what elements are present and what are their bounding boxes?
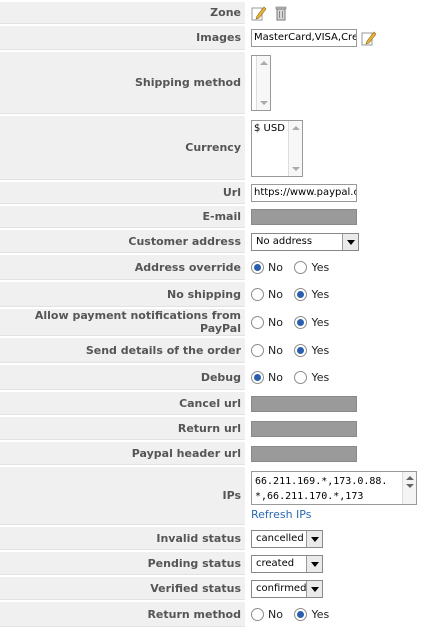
shipping-method-listbox[interactable]	[251, 55, 271, 111]
allow-notifications-yes-radio[interactable]	[294, 316, 308, 330]
row-return-method: Return method No Yes	[0, 602, 431, 627]
url-label: Url	[0, 182, 245, 204]
zone-label: Zone	[0, 2, 245, 24]
radio-label-no: No	[268, 371, 283, 385]
invalid-status-value: cancelled	[256, 532, 304, 544]
ips-textarea[interactable]: 66.211.169.*,173.0.88.*,66.211.170.*,173	[251, 471, 417, 505]
row-pending-status: Pending status created	[0, 552, 431, 575]
verified-status-value: confirmed	[256, 582, 307, 594]
customer-address-label: Customer address	[0, 230, 245, 253]
radio-label-yes: Yes	[311, 344, 330, 358]
images-input[interactable]: MasterCard,VISA,Cred	[251, 29, 357, 47]
row-currency: Currency $ USD	[0, 116, 431, 180]
return-method-label: Return method	[0, 602, 245, 627]
send-details-yes-radio[interactable]	[294, 344, 308, 358]
row-no-shipping: No shipping No Yes	[0, 282, 431, 307]
return-method-no-radio[interactable]	[251, 608, 264, 622]
row-ips: IPs 66.211.169.*,173.0.88.*,66.211.170.*…	[0, 467, 431, 525]
row-zone: Zone	[0, 2, 431, 24]
edit-pencil-icon[interactable]	[251, 5, 267, 21]
row-paypal-header-url: Paypal header url	[0, 442, 431, 465]
radio-label-yes: Yes	[311, 316, 330, 330]
return-url-input-masked[interactable]	[251, 420, 357, 437]
debug-no-radio[interactable]	[251, 371, 264, 385]
radio-label-no: No	[268, 608, 283, 622]
send-details-no-radio[interactable]	[251, 344, 264, 358]
allow-notifications-label: Allow payment notifications from PayPal	[0, 309, 245, 336]
radio-label-no: No	[268, 316, 283, 330]
shipping-method-label: Shipping method	[0, 52, 245, 114]
row-debug: Debug No Yes	[0, 365, 431, 390]
radio-label-yes: Yes	[311, 608, 330, 622]
row-email: E-mail	[0, 206, 431, 228]
pending-status-select[interactable]: created	[251, 554, 323, 573]
edit-pencil-icon[interactable]	[361, 30, 377, 46]
currency-label: Currency	[0, 116, 245, 180]
customer-address-select[interactable]: No address	[251, 232, 359, 251]
ips-label: IPs	[0, 467, 245, 525]
paypal-header-url-label: Paypal header url	[0, 442, 245, 465]
row-return-url: Return url	[0, 417, 431, 440]
address-override-no-radio[interactable]	[251, 261, 264, 275]
currency-listbox[interactable]: $ USD	[251, 119, 303, 177]
chevron-down-icon[interactable]	[342, 233, 358, 250]
ips-value: 66.211.169.*,173.0.88.*,66.211.170.*,173	[255, 476, 388, 502]
pending-status-label: Pending status	[0, 552, 245, 575]
refresh-ips-link[interactable]: Refresh IPs	[251, 508, 431, 521]
currency-option[interactable]: $ USD	[254, 123, 285, 134]
row-verified-status: Verified status confirmed	[0, 577, 431, 600]
address-override-yes-radio[interactable]	[294, 261, 308, 275]
row-address-override: Address override No Yes	[0, 255, 431, 280]
return-url-label: Return url	[0, 417, 245, 440]
textarea-scrollbar[interactable]	[402, 472, 416, 504]
chevron-down-icon[interactable]	[306, 530, 322, 547]
row-shipping-method: Shipping method	[0, 52, 431, 114]
verified-status-label: Verified status	[0, 577, 245, 600]
allow-notifications-no-radio[interactable]	[251, 316, 264, 330]
row-send-details: Send details of the order No Yes	[0, 338, 431, 363]
email-label: E-mail	[0, 206, 245, 228]
invalid-status-select[interactable]: cancelled	[251, 529, 323, 548]
row-cancel-url: Cancel url	[0, 392, 431, 415]
row-invalid-status: Invalid status cancelled	[0, 527, 431, 550]
row-url: Url https://www.paypal.cor	[0, 182, 431, 204]
invalid-status-label: Invalid status	[0, 527, 245, 550]
payment-plugin-form: Zone Images MasterCard,VISA,Cred Shippin…	[0, 0, 431, 629]
radio-label-yes: Yes	[311, 261, 330, 275]
debug-yes-radio[interactable]	[294, 371, 308, 385]
paypal-header-url-input-masked[interactable]	[251, 445, 357, 462]
listbox-scrollbar[interactable]	[256, 56, 270, 110]
no-shipping-yes-radio[interactable]	[294, 288, 308, 302]
listbox-scrollbar[interactable]	[288, 120, 302, 176]
trash-icon[interactable]	[273, 5, 289, 21]
pending-status-value: created	[256, 557, 295, 569]
address-override-label: Address override	[0, 255, 245, 280]
cancel-url-label: Cancel url	[0, 392, 245, 415]
no-shipping-no-radio[interactable]	[251, 288, 264, 302]
no-shipping-label: No shipping	[0, 282, 245, 307]
radio-label-yes: Yes	[311, 288, 330, 302]
chevron-down-icon[interactable]	[306, 555, 322, 572]
radio-label-no: No	[268, 261, 283, 275]
row-images: Images MasterCard,VISA,Cred	[0, 26, 431, 50]
email-input-masked[interactable]	[251, 209, 357, 225]
radio-label-no: No	[268, 344, 283, 358]
debug-label: Debug	[0, 365, 245, 390]
customer-address-value: No address	[256, 235, 313, 247]
radio-label-yes: Yes	[311, 371, 330, 385]
row-customer-address: Customer address No address	[0, 230, 431, 253]
send-details-label: Send details of the order	[0, 338, 245, 363]
radio-label-no: No	[268, 288, 283, 302]
images-label: Images	[0, 26, 245, 50]
url-input[interactable]: https://www.paypal.cor	[251, 184, 357, 202]
chevron-down-icon[interactable]	[306, 580, 322, 597]
verified-status-select[interactable]: confirmed	[251, 579, 323, 598]
cancel-url-input-masked[interactable]	[251, 395, 357, 412]
row-allow-notifications: Allow payment notifications from PayPal …	[0, 309, 431, 336]
return-method-yes-radio[interactable]	[294, 608, 308, 622]
